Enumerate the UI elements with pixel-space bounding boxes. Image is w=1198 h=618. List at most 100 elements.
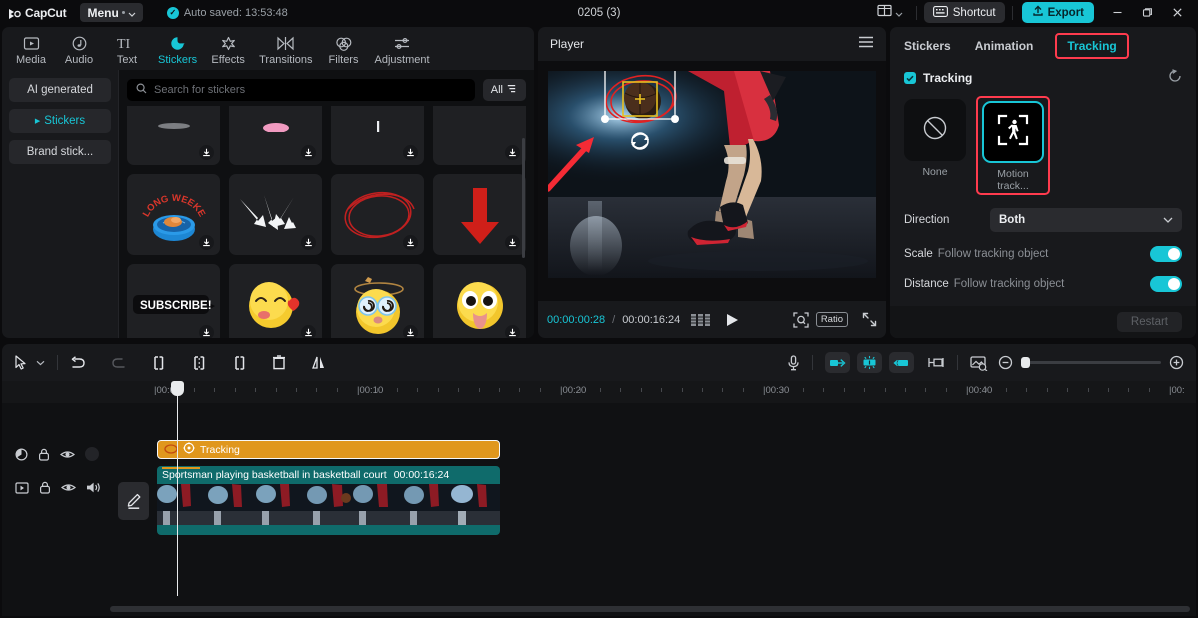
download-icon[interactable] <box>505 145 520 160</box>
tab-adjustment[interactable]: Adjustment <box>369 32 436 70</box>
tab-text[interactable]: TI Text <box>104 32 150 70</box>
download-icon[interactable] <box>301 235 316 250</box>
tab-stickers-props[interactable]: Stickers <box>902 36 953 56</box>
split-icon[interactable] <box>192 351 207 375</box>
tracking-checkbox[interactable] <box>904 72 916 84</box>
thumbnail-icon[interactable] <box>970 351 989 375</box>
sticker-clip-tracking[interactable]: Tracking <box>157 440 500 459</box>
video-clip[interactable]: Sportsman playing basketball in basketba… <box>157 466 500 535</box>
split-right-icon[interactable] <box>232 351 247 375</box>
sticker-cell-dizzy-face[interactable] <box>331 264 424 338</box>
download-icon[interactable] <box>505 235 520 250</box>
lock-icon[interactable] <box>39 481 51 494</box>
redo-icon[interactable] <box>111 351 127 375</box>
shortcut-button[interactable]: Shortcut <box>924 2 1005 23</box>
tracking-mode-motion[interactable]: Motion track... <box>982 101 1044 192</box>
zoom-slider-knob[interactable] <box>1021 357 1030 368</box>
tab-stickers[interactable]: Stickers <box>152 32 203 70</box>
timer-icon[interactable] <box>15 448 28 461</box>
direction-select[interactable]: Both <box>990 208 1182 232</box>
sidebar-item-ai-generated[interactable]: AI generated <box>9 78 111 102</box>
search-box[interactable] <box>127 79 475 101</box>
fit-to-screen-icon[interactable] <box>793 312 809 328</box>
download-icon[interactable] <box>199 145 214 160</box>
select-tool-icon[interactable] <box>14 351 27 375</box>
playhead-grip[interactable] <box>171 381 184 396</box>
tutorial-book-button[interactable] <box>871 1 909 25</box>
freeze-frame-icon[interactable] <box>825 352 850 373</box>
restart-button[interactable]: Restart <box>1117 312 1182 332</box>
thumbnail <box>206 484 255 525</box>
volume-icon[interactable] <box>86 481 101 494</box>
zoom-out-icon[interactable] <box>998 351 1013 375</box>
lock-icon[interactable] <box>38 448 50 461</box>
download-icon[interactable] <box>403 145 418 160</box>
microphone-icon[interactable] <box>787 351 800 375</box>
close-button[interactable] <box>1162 0 1192 25</box>
reverse-icon[interactable] <box>889 352 914 373</box>
menu-button[interactable]: Menu <box>80 3 142 22</box>
play-button[interactable] <box>725 313 739 327</box>
keyframe-icon[interactable] <box>927 351 945 375</box>
sticker-cell-kissing-face[interactable] <box>229 264 322 338</box>
sticker-grid: LONG WEEKEND <box>127 106 526 338</box>
maximize-button[interactable] <box>1132 0 1162 25</box>
filter-all-button[interactable]: All <box>483 79 526 101</box>
sticker-cell[interactable] <box>229 106 322 165</box>
download-icon[interactable] <box>403 325 418 338</box>
filmstrip-icon[interactable] <box>691 314 710 326</box>
eye-icon[interactable] <box>61 482 76 493</box>
tab-effects[interactable]: Effects <box>205 32 251 70</box>
sticker-cell-white-arrows[interactable] <box>229 174 322 255</box>
tool-chevron-down-icon[interactable] <box>36 351 45 375</box>
sticker-cell-tongue-out[interactable] <box>433 264 526 338</box>
auto-cut-icon[interactable] <box>857 352 882 373</box>
tab-transitions[interactable]: Transitions <box>253 32 318 70</box>
download-icon[interactable] <box>403 235 418 250</box>
tab-filters[interactable]: Filters <box>321 32 367 70</box>
timeline-tracks: Tracking Sportsman playing basketball in… <box>110 403 1196 616</box>
distance-toggle[interactable] <box>1150 276 1182 292</box>
search-input[interactable] <box>154 84 466 96</box>
split-left-icon[interactable] <box>152 351 167 375</box>
scale-toggle[interactable] <box>1150 246 1182 262</box>
sticker-cell[interactable] <box>331 106 424 165</box>
playhead[interactable] <box>177 381 178 596</box>
minimize-button[interactable] <box>1102 0 1132 25</box>
autosave-status: ✓ Auto saved: 13:53:48 <box>167 7 288 19</box>
sticker-grid-scrollbar[interactable] <box>522 138 525 258</box>
video-preview[interactable] <box>548 71 876 278</box>
tab-animation[interactable]: Animation <box>973 36 1036 56</box>
sticker-cell-red-circle[interactable] <box>331 174 424 255</box>
video-icon[interactable] <box>15 482 29 494</box>
mirror-icon[interactable] <box>311 351 326 375</box>
undo-icon[interactable] <box>70 351 86 375</box>
tracking-mode-none[interactable]: None <box>904 99 966 178</box>
delete-icon[interactable] <box>272 351 286 375</box>
sidebar-item-stickers[interactable]: ▶ Stickers <box>9 109 111 133</box>
sidebar-item-brand-stickers[interactable]: Brand stick... <box>9 140 111 164</box>
sticker-cell-subscribe[interactable]: SUBSCRIBE! <box>127 264 220 338</box>
fullscreen-icon[interactable] <box>862 312 877 327</box>
sticker-cell[interactable] <box>433 106 526 165</box>
ratio-button[interactable]: Ratio <box>816 312 848 327</box>
export-button[interactable]: Export <box>1022 2 1094 23</box>
download-icon[interactable] <box>301 325 316 338</box>
tab-media[interactable]: Media <box>8 32 54 70</box>
download-icon[interactable] <box>199 235 214 250</box>
reset-icon[interactable] <box>1168 69 1182 88</box>
download-icon[interactable] <box>505 325 520 338</box>
player-menu-icon[interactable] <box>858 35 874 53</box>
download-icon[interactable] <box>301 145 316 160</box>
timeline-horizontal-scrollbar[interactable] <box>110 606 1190 612</box>
eye-icon[interactable] <box>60 449 75 460</box>
sticker-cell[interactable] <box>127 106 220 165</box>
tab-audio[interactable]: Audio <box>56 32 102 70</box>
tab-tracking[interactable]: Tracking <box>1055 33 1128 59</box>
sticker-cell-long-weekend[interactable]: LONG WEEKEND <box>127 174 220 255</box>
download-icon[interactable] <box>199 325 214 338</box>
sticker-cell-red-down-arrow[interactable] <box>433 174 526 255</box>
titlebar-divider <box>916 6 917 20</box>
zoom-in-icon[interactable] <box>1169 351 1184 375</box>
timeline-zoom-slider[interactable] <box>1021 361 1161 364</box>
